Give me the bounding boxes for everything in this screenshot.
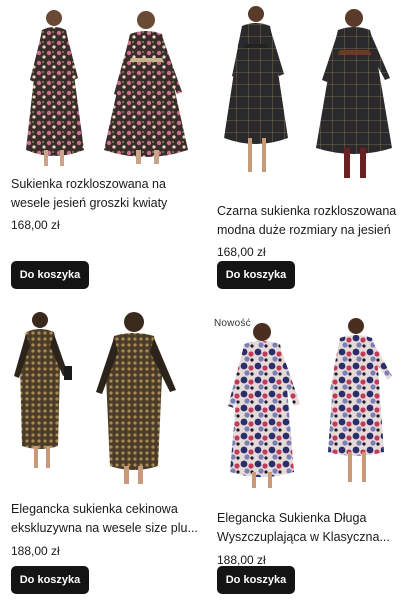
product-card[interactable]: Sukienka rozkloszowana na wesele jesień … — [6, 0, 200, 289]
product-price: 188,00 zł — [11, 544, 60, 558]
product-price: 188,00 zł — [217, 553, 266, 567]
add-to-cart-button[interactable]: Do koszyka — [11, 261, 89, 289]
product-card[interactable]: Czarna sukienka rozkloszowana modna duże… — [212, 0, 404, 289]
product-title[interactable]: Czarna sukienka rozkloszowana modna duże… — [212, 202, 404, 240]
product-title[interactable]: Elegancka sukienka cekinowa ekskluzywna … — [6, 500, 200, 538]
add-to-cart-button[interactable]: Do koszyka — [217, 261, 295, 289]
add-to-cart-button[interactable]: Do koszyka — [11, 566, 89, 594]
product-card[interactable]: Elegancka sukienka cekinowa ekskluzywna … — [6, 306, 200, 594]
product-title[interactable]: Sukienka rozkloszowana na wesele jesień … — [6, 175, 200, 213]
product-image[interactable] — [6, 0, 200, 178]
add-to-cart-button[interactable]: Do koszyka — [217, 566, 295, 594]
product-title[interactable]: Elegancka Sukienka Długa Wyszczuplająca … — [212, 509, 404, 547]
product-grid: Sukienka rozkloszowana na wesele jesień … — [0, 0, 404, 600]
product-image[interactable] — [6, 306, 200, 488]
product-card[interactable]: Nowość Elegancka Sukienka Długa Wyszczup… — [212, 306, 404, 594]
product-image[interactable]: Nowość — [212, 306, 404, 498]
new-badge: Nowość — [214, 318, 251, 329]
product-image[interactable] — [212, 0, 404, 200]
product-price: 168,00 zł — [11, 218, 60, 232]
product-price: 168,00 zł — [217, 245, 266, 259]
